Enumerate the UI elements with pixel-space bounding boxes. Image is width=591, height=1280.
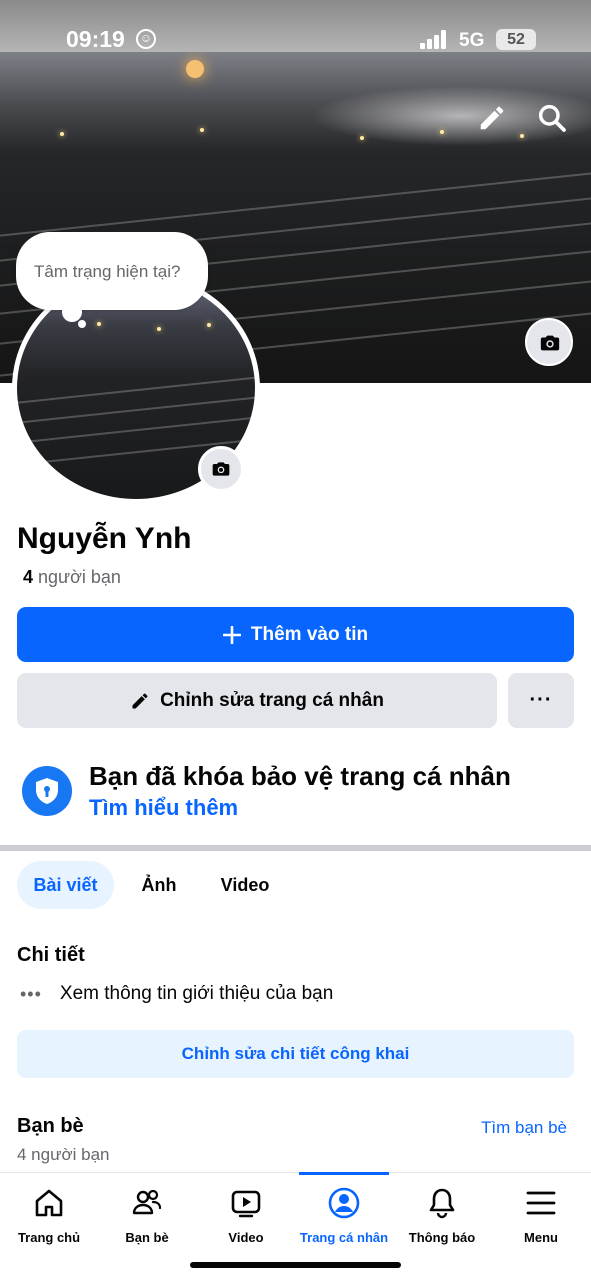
more-dots-icon: ···: [529, 689, 553, 711]
profile-lock-title: Bạn đã khóa bảo vệ trang cá nhân: [89, 761, 511, 791]
thought-bubble-dot: [62, 302, 82, 322]
nav-friends[interactable]: Bạn bè: [98, 1173, 196, 1253]
camera-icon: [212, 462, 230, 476]
avatar-camera-button[interactable]: [198, 446, 244, 492]
nav-profile-label: Trang cá nhân: [299, 1230, 389, 1245]
tab-videos[interactable]: Video: [208, 861, 282, 909]
intro-text: Xem thông tin giới thiệu của bạn: [59, 983, 334, 1004]
plus-icon: [222, 625, 241, 644]
cover-camera-button[interactable]: [525, 318, 573, 366]
nav-notifications[interactable]: Thông báo: [393, 1173, 491, 1253]
profile-icon: [328, 1187, 360, 1219]
friends-title: Bạn bè: [17, 1115, 84, 1137]
nav-menu[interactable]: Menu: [492, 1173, 590, 1253]
nav-friends-label: Bạn bè: [125, 1230, 169, 1245]
nav-menu-label: Menu: [524, 1230, 558, 1245]
video-icon: [231, 1190, 261, 1218]
add-story-label: Thêm vào tin: [250, 623, 369, 645]
thought-placeholder: Tâm trạng hiện tại?: [34, 262, 181, 281]
edit-profile-button[interactable]: Chỉnh sửa trang cá nhân: [17, 673, 497, 728]
signal-icon: [420, 30, 450, 49]
battery-icon: 52: [496, 29, 536, 50]
menu-icon: [526, 1191, 556, 1215]
learn-more-link[interactable]: Tìm hiểu thêm: [89, 795, 238, 821]
shield-lock-icon: [22, 766, 72, 816]
home-icon: [35, 1189, 63, 1217]
status-bar: 09:19 ☺ 5G 52: [0, 0, 591, 52]
nav-home[interactable]: Trang chủ: [0, 1173, 98, 1253]
nav-video-label: Video: [228, 1230, 264, 1245]
nav-profile[interactable]: Trang cá nhân: [295, 1173, 393, 1253]
more-dots-icon: •••: [20, 983, 42, 1004]
thought-bubble-dot: [78, 320, 86, 328]
bell-icon: [429, 1188, 455, 1219]
friend-count-number: 4: [23, 567, 34, 587]
edit-profile-label: Chỉnh sửa trang cá nhân: [160, 689, 384, 711]
edit-pencil-icon[interactable]: [477, 103, 507, 133]
focus-emoji-icon: ☺: [136, 29, 156, 49]
section-divider: [0, 845, 591, 851]
friends-icon: [132, 1189, 162, 1215]
edit-public-details-button[interactable]: Chỉnh sửa chi tiết công khai: [17, 1030, 574, 1078]
friend-count: 4 người bạn: [23, 567, 121, 588]
network-type: 5G: [459, 30, 485, 51]
nav-video[interactable]: Video: [197, 1173, 295, 1253]
home-indicator[interactable]: [190, 1262, 401, 1268]
tab-posts[interactable]: Bài viết: [17, 861, 114, 909]
find-friends-link[interactable]: Tìm bạn bè: [481, 1118, 567, 1138]
camera-icon: [540, 335, 560, 351]
search-icon[interactable]: [536, 102, 568, 134]
nav-notifications-label: Thông báo: [408, 1230, 476, 1245]
profile-name: Nguyễn Ynh: [17, 522, 192, 555]
more-options-button[interactable]: ···: [508, 673, 574, 728]
details-title: Chi tiết: [17, 944, 85, 966]
tab-photos[interactable]: Ảnh: [130, 861, 188, 909]
friends-count-text: 4 người bạn: [17, 1145, 110, 1164]
friend-count-label: người bạn: [38, 567, 121, 587]
nav-home-label: Trang chủ: [17, 1230, 81, 1245]
add-story-button[interactable]: Thêm vào tin: [17, 607, 574, 662]
status-time: 09:19: [66, 26, 125, 52]
intro-row[interactable]: ••• Xem thông tin giới thiệu của bạn: [20, 983, 333, 1005]
pencil-icon: [132, 692, 148, 708]
active-tab-indicator: [299, 1172, 389, 1175]
